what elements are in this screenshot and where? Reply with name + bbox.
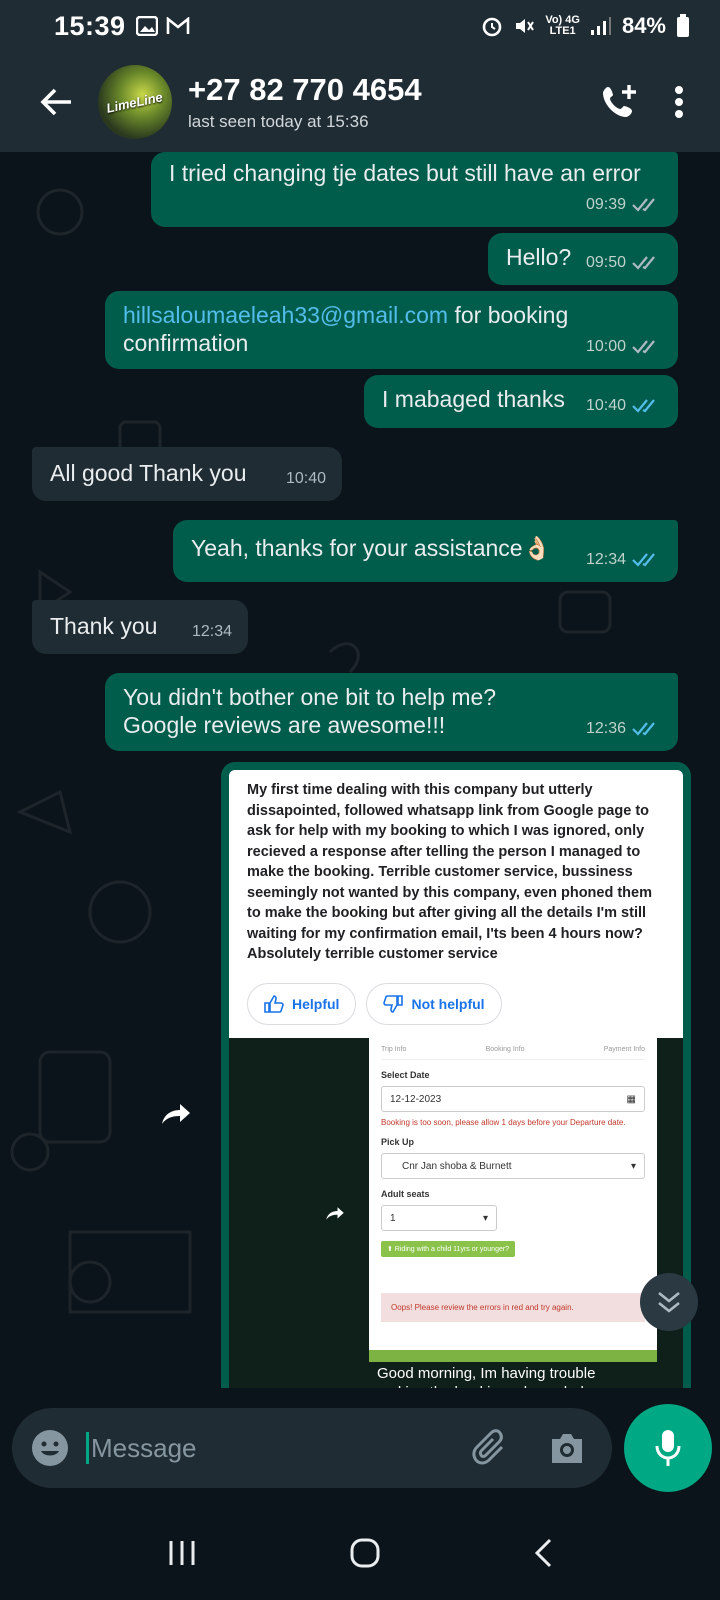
message-text: Thank you [50, 613, 158, 639]
alarm-icon [483, 17, 502, 37]
message-time: 10:40 [585, 397, 626, 414]
scroll-to-bottom-button[interactable] [640, 1273, 698, 1331]
message-outgoing[interactable]: hillsaloumaeleah33@gmail.com for booking… [105, 291, 678, 369]
signal-icon [590, 17, 611, 35]
message-time: 09:39 [585, 196, 626, 213]
message-incoming[interactable]: Thank you 12:34 [32, 600, 248, 654]
double-tick-read-icon [632, 399, 655, 413]
pickup-select: Cnr Jan shoba & Burnett ▾ [381, 1153, 645, 1179]
child-button: ⬆ Riding with a child 11yrs or younger? [381, 1241, 516, 1257]
status-time: 15:39 [54, 10, 126, 41]
forward-icon [326, 1207, 344, 1220]
arrow-left-icon [40, 88, 71, 116]
message-incoming[interactable]: All good Thank you 10:40 [32, 447, 342, 501]
add-call-icon[interactable] [600, 82, 640, 122]
message-time: 09:50 [585, 254, 626, 271]
date-field: 12-12-2023 ▦ [381, 1086, 645, 1112]
message-time: 12:34 [585, 551, 626, 568]
adult-seats-select: 1 ▾ [381, 1205, 497, 1231]
forward-button-icon[interactable] [160, 1102, 192, 1126]
email-link[interactable]: hillsaloumaeleah33@gmail.com [123, 302, 448, 328]
contact-avatar[interactable]: LimeLine [98, 65, 172, 139]
message-composer: Message [0, 1388, 720, 1506]
error-alert: Oops! Please review the errors in red an… [381, 1293, 645, 1322]
home-icon[interactable] [350, 1538, 380, 1568]
booking-form-screenshot: Trip Info Booking Info Payment Info Sele… [229, 1038, 683, 1388]
thumbs-up-icon [264, 994, 284, 1013]
network-indicator: Vo) 4G LTE1 [545, 14, 580, 37]
double-tick-delivered-icon [632, 256, 655, 270]
message-text: I mabaged thanks [382, 386, 565, 412]
gallery-icon [135, 16, 158, 36]
last-seen: last seen today at 15:36 [188, 112, 369, 131]
review-text: My first time dealing with this company … [247, 782, 652, 962]
helpful-button: Helpful [247, 982, 357, 1025]
message-time: 10:00 [585, 338, 626, 355]
message-time: 10:40 [285, 470, 326, 487]
message-outgoing[interactable]: You didn't bother one bit to help me? Go… [105, 673, 678, 751]
message-time: 12:34 [191, 623, 232, 640]
status-bar: 15:39 Vo) 4G LTE1 84% [0, 0, 720, 52]
message-text: All good Thank you [50, 460, 247, 486]
battery-icon [677, 14, 689, 37]
mute-icon [516, 19, 535, 33]
message-text: You didn't bother one bit to help me? Go… [123, 684, 497, 738]
whatsapp-chat-screen: 15:39 Vo) 4G LTE1 84% LimeLine +27 82 770… [0, 0, 720, 1600]
google-review-screenshot: My first time dealing with this company … [229, 770, 683, 1038]
message-text: Yeah, thanks for your assistance👌🏻 [191, 535, 552, 561]
image-message[interactable]: My first time dealing with this company … [221, 762, 691, 1388]
chevron-down-icon: ▾ [482, 1212, 488, 1224]
date-error: Booking is too soon, please allow 1 days… [381, 1118, 626, 1127]
message-outgoing[interactable]: Yeah, thanks for your assistance👌🏻 12:34 [173, 520, 678, 582]
message-outgoing[interactable]: Hello? 09:50 [488, 233, 678, 285]
chat-area[interactable]: I tried changing tje dates but still hav… [0, 152, 720, 1388]
chat-header: LimeLine +27 82 770 4654 last seen today… [0, 52, 720, 152]
thumbs-down-icon [383, 994, 404, 1013]
more-options-icon[interactable] [674, 85, 684, 119]
double-tick-delivered-icon [632, 340, 655, 354]
gmail-icon [166, 17, 189, 34]
double-tick-read-icon [632, 722, 655, 736]
message-outgoing[interactable]: I tried changing tje dates but still hav… [151, 152, 678, 227]
calendar-icon: ▦ [626, 1093, 636, 1105]
not-helpful-button: Not helpful [366, 982, 502, 1025]
message-text: I tried changing tje dates but still hav… [169, 160, 641, 186]
message-outgoing[interactable]: I mabaged thanks 10:40 [364, 375, 678, 428]
battery-percent: 84% [621, 13, 666, 38]
emoji-icon[interactable] [30, 1428, 70, 1468]
message-time: 12:36 [585, 720, 626, 737]
back-button[interactable] [34, 80, 78, 124]
message-input[interactable]: Message [86, 1432, 197, 1464]
microphone-icon [655, 1430, 681, 1466]
back-nav-icon[interactable] [533, 1538, 553, 1568]
message-text: Hello? [506, 244, 572, 270]
double-chevron-down-icon [658, 1291, 680, 1313]
system-navigation-bar [0, 1506, 720, 1600]
double-tick-delivered-icon [632, 198, 655, 212]
chevron-down-icon: ▾ [630, 1160, 636, 1172]
message-input-field[interactable]: Message [12, 1408, 612, 1488]
recent-apps-icon[interactable] [167, 1539, 197, 1567]
booking-form: Trip Info Booking Info Payment Info Sele… [369, 1038, 657, 1350]
contact-name: +27 82 770 4654 [188, 72, 422, 107]
double-tick-read-icon [632, 553, 655, 567]
voice-message-button[interactable] [624, 1404, 712, 1492]
contact-info[interactable]: +27 82 770 4654 last seen today at 15:36 [188, 72, 422, 132]
screenshot-caption: Good morning, Im having trouble making t… [377, 1365, 596, 1388]
attach-icon[interactable] [472, 1429, 510, 1467]
camera-icon[interactable] [548, 1431, 586, 1465]
